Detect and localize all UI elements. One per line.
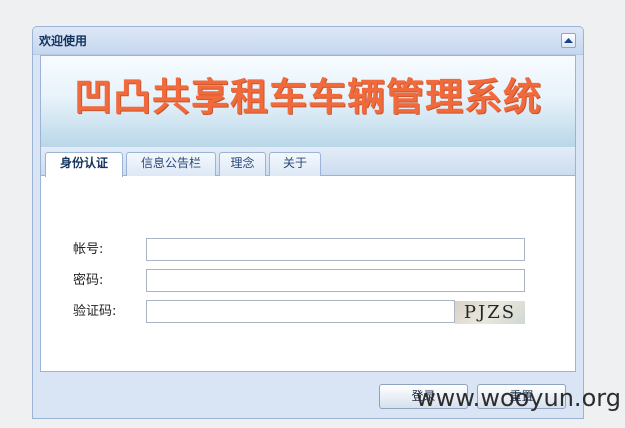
password-label: 密码: [73,273,104,288]
chevron-up-icon [564,38,573,43]
panel-header: 欢迎使用 [33,27,583,55]
password-row: 密码: [41,269,575,293]
captcha-label: 验证码: [73,304,117,319]
tab-identity-auth[interactable]: 身份认证 [45,152,123,177]
tab-about[interactable]: 关于 [269,152,321,176]
tab-notice-board[interactable]: 信息公告栏 [126,152,216,176]
panel-title: 欢迎使用 [39,34,88,48]
account-input[interactable] [146,238,525,261]
login-panel: 欢迎使用 凹凸共享租车车辆管理系统 身份认证 信息公告栏 理念 关于 帐号: 密… [32,26,584,419]
panel-body: 凹凸共享租车车辆管理系统 身份认证 信息公告栏 理念 关于 帐号: 密码: 验证… [40,55,576,372]
password-input[interactable] [146,269,525,292]
system-title: 凹凸共享租车车辆管理系统 [73,74,542,119]
tab-philosophy[interactable]: 理念 [219,152,266,176]
captcha-row: 验证码: PJZS [41,300,575,324]
watermark: www.wooyun.org [416,384,621,412]
system-banner: 凹凸共享租车车辆管理系统 [41,56,575,147]
account-row: 帐号: [41,238,575,262]
collapse-button[interactable] [561,33,576,48]
captcha-input[interactable] [146,300,455,323]
account-label: 帐号: [73,242,104,257]
captcha-image[interactable]: PJZS [455,301,525,324]
tab-strip: 身份认证 信息公告栏 理念 关于 [41,147,575,177]
